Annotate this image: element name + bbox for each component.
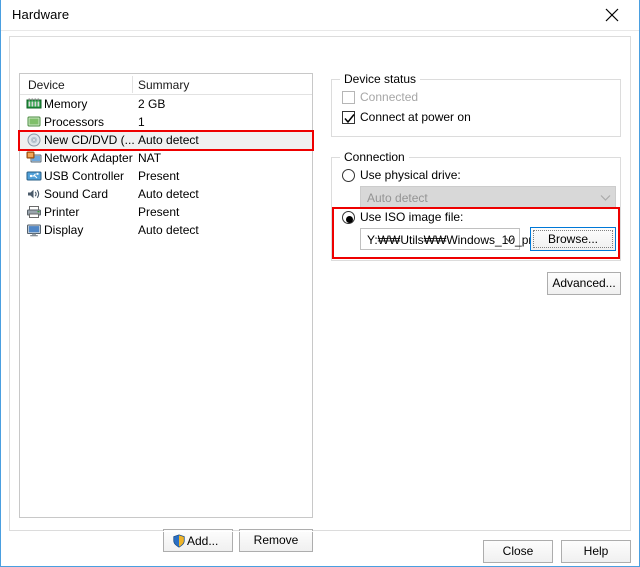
- processor-icon: [27, 116, 41, 127]
- use-physical-drive-radio-circle: [342, 169, 355, 182]
- advanced-button[interactable]: Advanced...: [547, 272, 621, 295]
- cd-dvd-icon: [27, 133, 41, 147]
- printer-icon: [27, 206, 41, 218]
- table-row[interactable]: New CD/DVD (... Auto detect: [20, 131, 312, 149]
- device-summary: 2 GB: [138, 97, 166, 111]
- device-name: Memory: [44, 97, 88, 111]
- sound-card-icon: [28, 189, 40, 199]
- use-physical-drive-label: Use physical drive:: [360, 168, 461, 182]
- table-row[interactable]: Display Auto detect: [20, 221, 312, 239]
- device-list-header: Device Summary: [20, 74, 312, 95]
- close-button[interactable]: [591, 0, 635, 29]
- connected-checkbox-label: Connected: [360, 90, 419, 104]
- add-button-label: Add...: [187, 534, 219, 548]
- table-row[interactable]: Printer Present: [20, 203, 312, 221]
- device-summary: Auto detect: [138, 133, 199, 147]
- connect-at-power-on-label: Connect at power on: [360, 110, 471, 124]
- browse-button[interactable]: Browse...: [530, 227, 616, 251]
- close-icon: [605, 8, 619, 22]
- column-divider: [132, 76, 133, 93]
- connect-at-power-on-checkbox-box: [342, 111, 355, 124]
- use-iso-image-radio-circle: [342, 211, 355, 224]
- device-summary: Auto detect: [138, 223, 199, 237]
- chevron-down-icon: [600, 195, 611, 201]
- chevron-down-icon: [504, 237, 515, 243]
- table-row[interactable]: Memory 2 GB: [20, 95, 312, 113]
- network-adapter-icon: [26, 151, 42, 163]
- focus-rectangle: [533, 230, 613, 248]
- connection-group: Connection Use physical drive: Auto dete…: [331, 150, 621, 261]
- column-header-summary[interactable]: Summary: [138, 78, 189, 92]
- device-summary: 1: [138, 115, 145, 129]
- device-name: USB Controller: [44, 169, 125, 183]
- checkmark-icon: [344, 114, 355, 124]
- device-name: New CD/DVD (...: [44, 133, 135, 147]
- connection-group-title: Connection: [340, 150, 409, 164]
- device-name: Processors: [44, 115, 105, 129]
- radio-selected-dot: [346, 216, 353, 223]
- column-header-device[interactable]: Device: [28, 78, 65, 92]
- device-summary: Present: [138, 169, 180, 183]
- memory-icon: [26, 98, 42, 109]
- device-list-rows: Memory 2 GB Processors 1 New CD/DVD (... Auto…: [20, 95, 312, 239]
- remove-button[interactable]: Remove: [239, 529, 313, 552]
- usb-controller-icon: [26, 171, 42, 181]
- device-status-group: Device status Connected Connect at power…: [331, 72, 621, 137]
- device-name: Network Adapter: [44, 151, 133, 165]
- table-row[interactable]: USB Controller Present: [20, 167, 312, 185]
- close-dialog-button[interactable]: Close: [483, 540, 553, 563]
- shield-icon: [173, 534, 185, 548]
- device-name: Sound Card: [44, 187, 109, 201]
- page-title: Hardware: [12, 7, 70, 22]
- device-list[interactable]: Device Summary Memory 2 GB Processors 1 New …: [19, 73, 313, 518]
- footer-divider: [1, 531, 639, 532]
- hardware-dialog: Hardware Device Summary Memory 2 GB Proces…: [0, 0, 640, 567]
- display-icon: [27, 224, 41, 237]
- title-bar: Hardware: [1, 0, 639, 30]
- physical-drive-combo-value: Auto detect: [367, 191, 428, 205]
- use-iso-image-label: Use ISO image file:: [360, 210, 464, 224]
- device-summary: Auto detect: [138, 187, 199, 201]
- table-row[interactable]: Processors 1: [20, 113, 312, 131]
- device-status-group-title: Device status: [340, 72, 421, 86]
- table-row[interactable]: Network Adapter NAT: [20, 149, 312, 167]
- device-summary: NAT: [138, 151, 162, 165]
- iso-path-combo[interactable]: Y:₩₩Utils₩₩Windows_10_pro_K_;: [360, 228, 564, 250]
- device-name: Printer: [44, 205, 80, 219]
- connected-checkbox-box: [342, 91, 355, 104]
- physical-drive-combo[interactable]: Auto detect: [360, 186, 616, 208]
- table-row[interactable]: Sound Card Auto detect: [20, 185, 312, 203]
- add-button[interactable]: Add...: [163, 529, 233, 552]
- device-summary: Present: [138, 205, 180, 219]
- help-button[interactable]: Help: [561, 540, 631, 563]
- device-name: Display: [44, 223, 84, 237]
- dialog-content: Device Summary Memory 2 GB Processors 1 New …: [1, 31, 639, 565]
